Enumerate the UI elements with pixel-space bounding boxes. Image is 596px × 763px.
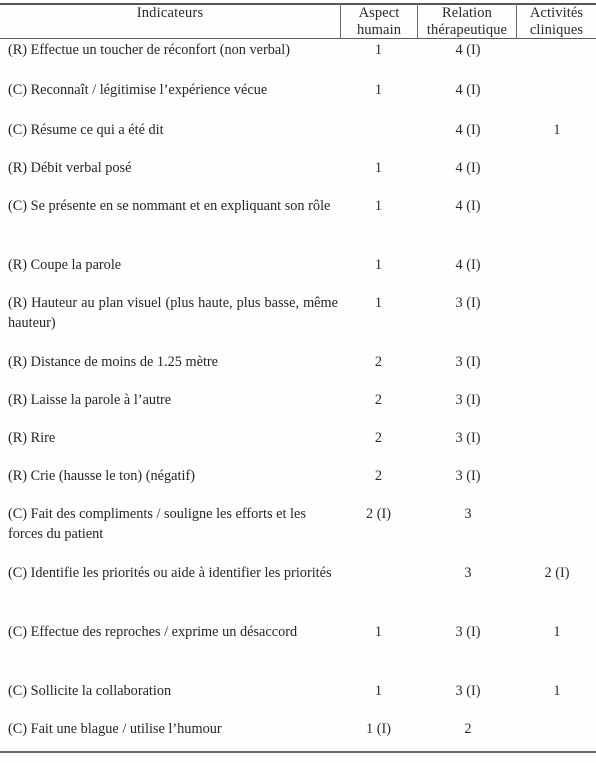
relation-therapeutique-cell: 3 <box>464 506 472 522</box>
indicator-cell: (C) Identifie les priorités ou aide à id… <box>8 565 332 581</box>
relation-therapeutique-cell: 3 (I) <box>455 354 481 370</box>
indicator-cell: (R) Effectue un toucher de réconfort (no… <box>8 42 290 58</box>
relation-therapeutique-cell: 4 (I) <box>455 198 481 214</box>
indicator-cell: (C) Reconnaît / légitimise l’expérience … <box>8 82 268 98</box>
aspect-humain-cell: 2 <box>374 354 383 370</box>
column-header-relation-therapeutique-line2: thérapeutique <box>426 21 508 38</box>
relation-therapeutique-cell: 4 (I) <box>455 82 481 98</box>
relation-therapeutique-cell: 4 (I) <box>455 42 481 58</box>
column-header-activites-cliniques: Activités cliniques <box>517 5 596 38</box>
aspect-humain-cell: 1 <box>374 42 383 58</box>
activites-cliniques-cell: 1 <box>553 624 561 640</box>
relation-therapeutique-cell: 3 (I) <box>455 295 481 311</box>
aspect-humain-cell: 1 <box>374 160 383 176</box>
indicator-cell: (R) Débit verbal posé <box>8 160 132 176</box>
indicator-cell: (R) Hauteur au plan visuel (plus haute, … <box>8 295 338 331</box>
relation-therapeutique-cell: 3 (I) <box>455 624 481 640</box>
relation-therapeutique-cell: 4 (I) <box>455 122 481 138</box>
relation-therapeutique-cell: 3 (I) <box>455 430 481 446</box>
aspect-humain-cell: 1 <box>374 198 383 214</box>
indicator-cell: (C) Fait une blague / utilise l’humour <box>8 721 222 737</box>
column-header-aspect-humain-line1: Aspect <box>358 5 400 21</box>
column-header-relation-therapeutique-line1: Relation <box>442 5 492 21</box>
indicator-cell: (R) Distance de moins de 1.25 mètre <box>8 354 219 370</box>
indicator-cell: (C) Fait des compliments / souligne les … <box>8 506 306 542</box>
relation-therapeutique-cell: 3 (I) <box>455 683 481 699</box>
aspect-humain-cell: 1 <box>374 624 383 640</box>
indicator-cell: (R) Crie (hausse le ton) (négatif) <box>8 468 195 484</box>
column-header-indicateurs: Indicateurs <box>136 5 204 21</box>
table-bottom-border <box>0 751 596 753</box>
relation-therapeutique-cell: 4 (I) <box>455 160 481 176</box>
indicator-cell: (C) Sollicite la collaboration <box>8 683 172 699</box>
relation-therapeutique-cell: 3 <box>464 565 472 581</box>
activites-cliniques-cell: 1 <box>553 122 561 138</box>
indicator-cell: (R) Coupe la parole <box>8 257 122 273</box>
aspect-humain-cell: 2 (I) <box>365 506 391 522</box>
relation-therapeutique-cell: 4 (I) <box>455 257 481 273</box>
relation-therapeutique-cell: 3 (I) <box>455 468 481 484</box>
aspect-humain-cell: 1 <box>374 82 383 98</box>
relation-therapeutique-cell: 3 (I) <box>455 392 481 408</box>
column-header-aspect-humain: Aspect humain <box>341 5 417 38</box>
aspect-humain-cell: 1 (I) <box>365 721 391 737</box>
column-header-activites-cliniques-line2: cliniques <box>529 21 584 38</box>
document-page: Indicateurs Aspect humain Relation théra… <box>0 0 596 763</box>
column-header-aspect-humain-line2: humain <box>356 21 402 38</box>
aspect-humain-cell: 2 <box>374 468 383 484</box>
indicator-cell: (C) Effectue des reproches / exprime un … <box>8 624 298 640</box>
activites-cliniques-cell: 1 <box>553 683 561 699</box>
column-header-activites-cliniques-line1: Activités <box>529 5 584 21</box>
relation-therapeutique-cell: 2 <box>464 721 472 737</box>
aspect-humain-cell: 1 <box>374 683 383 699</box>
indicator-cell: (C) Résume ce qui a été dit <box>8 122 164 138</box>
aspect-humain-cell: 2 <box>374 392 383 408</box>
aspect-humain-cell: 1 <box>374 257 383 273</box>
aspect-humain-cell: 2 <box>374 430 383 446</box>
table-header-border <box>0 38 596 39</box>
activites-cliniques-cell: 2 (I) <box>544 565 570 581</box>
aspect-humain-cell: 1 <box>374 295 383 311</box>
indicator-cell: (R) Laisse la parole à l’autre <box>8 392 172 408</box>
indicator-cell: (R) Rire <box>8 430 56 446</box>
indicator-cell: (C) Se présente en se nommant et en expl… <box>8 198 331 214</box>
column-header-relation-therapeutique: Relation thérapeutique <box>418 5 516 38</box>
